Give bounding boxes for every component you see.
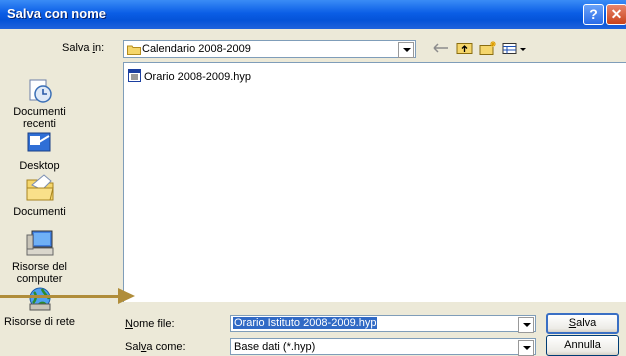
chevron-down-icon[interactable]: [518, 317, 534, 333]
desktop-icon: [27, 132, 50, 152]
help-button[interactable]: ?: [583, 4, 604, 25]
file-item[interactable]: Orario 2008-2009.hyp: [128, 69, 251, 83]
views-menu-icon[interactable]: [502, 41, 530, 55]
place-my-computer[interactable]: Risorse del computer: [0, 229, 79, 285]
save-button[interactable]: Salva: [546, 313, 619, 334]
file-name-value[interactable]: Orario Istituto 2008-2009.hyp: [233, 317, 378, 329]
title-bar: Salva con nome ? ✕: [0, 0, 626, 29]
save-as-type-combo[interactable]: Base dati (*.hyp): [230, 338, 536, 356]
save-in-value: Calendario 2008-2009: [142, 43, 251, 55]
hyp-file-icon: [128, 69, 141, 82]
save-as-type-label: Salva come:: [125, 341, 186, 353]
documents-icon: [26, 174, 54, 201]
place-documents[interactable]: Documenti: [0, 170, 79, 218]
file-list[interactable]: Orario 2008-2009.hyp: [123, 62, 626, 302]
folder-icon: [127, 45, 141, 55]
network-places-icon: [29, 287, 50, 311]
place-desktop[interactable]: Desktop: [0, 130, 79, 172]
place-recent[interactable]: Documenti recenti: [0, 76, 79, 130]
save-in-combo[interactable]: Calendario 2008-2009: [123, 40, 416, 58]
file-name: Orario 2008-2009.hyp: [144, 71, 252, 83]
recent-documents-icon: [29, 79, 52, 103]
close-button[interactable]: ✕: [606, 4, 626, 25]
file-name-field[interactable]: Orario Istituto 2008-2009.hyp: [230, 315, 536, 333]
my-computer-icon: [26, 230, 53, 256]
back-arrow-icon[interactable]: [432, 41, 450, 55]
place-network[interactable]: Risorse di rete: [0, 284, 79, 328]
up-folder-icon[interactable]: [456, 41, 474, 55]
annotation-arrow-shaft: [0, 295, 120, 298]
window-title: Salva con nome: [7, 6, 106, 21]
save-as-type-value: Base dati (*.hyp): [234, 341, 316, 353]
new-folder-icon[interactable]: [479, 41, 497, 55]
chevron-down-icon[interactable]: [398, 42, 414, 58]
annotation-arrow-head: [118, 288, 135, 304]
chevron-down-icon[interactable]: [518, 340, 534, 356]
save-in-label: Salva in:: [62, 42, 105, 54]
cancel-button[interactable]: Annulla: [546, 335, 619, 356]
file-name-label: Nome file:: [125, 318, 175, 330]
